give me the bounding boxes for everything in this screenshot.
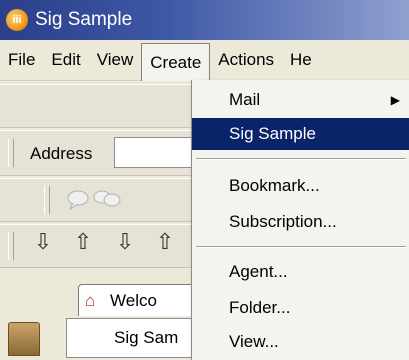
toolbar-grip[interactable] (44, 186, 50, 214)
menu-edit[interactable]: Edit (43, 43, 88, 77)
down-arrow-icon[interactable]: ⇩ (30, 229, 56, 255)
menu-file[interactable]: File (0, 43, 43, 77)
menu-item-bookmark[interactable]: Bookmark... (192, 170, 409, 202)
menu-actions[interactable]: Actions (210, 43, 282, 77)
menu-item-label: Mail (229, 90, 261, 109)
create-menu: Mail ▶ Sig Sample Bookmark... Subscripti… (191, 80, 409, 360)
up-arrow-icon[interactable]: ⇧ (70, 229, 96, 255)
address-input[interactable] (114, 137, 194, 168)
down-arrow-icon[interactable]: ⇩ (112, 229, 138, 255)
toolbar-grip[interactable] (8, 139, 14, 167)
menu-create[interactable]: Create (141, 43, 211, 81)
menu-item-view[interactable]: View... (192, 326, 409, 358)
submenu-arrow-icon: ▶ (390, 93, 400, 107)
app-icon: iii (6, 9, 28, 31)
window-title: Sig Sample (35, 9, 133, 30)
database-icon[interactable] (8, 322, 40, 356)
document-title: Sig Sam (114, 328, 179, 347)
menu-separator (196, 158, 406, 160)
toolbar-grip[interactable] (8, 232, 14, 260)
menu-separator (196, 246, 406, 248)
home-icon: ⌂ (85, 290, 96, 310)
menu-view[interactable]: View (89, 43, 142, 77)
menu-item-folder[interactable]: Folder... (192, 292, 409, 324)
title-bar: iii Sig Sample (0, 0, 409, 40)
menu-item-subscription[interactable]: Subscription... (192, 206, 409, 238)
tab-label: Welco (110, 290, 157, 310)
double-speech-bubble-icon[interactable] (93, 190, 121, 207)
menu-help[interactable]: He (282, 43, 320, 77)
menu-item-agent[interactable]: Agent... (192, 256, 409, 288)
address-label: Address (30, 144, 93, 163)
tab-welcome[interactable]: ⌂ Welco (78, 284, 198, 316)
speech-bubble-icon[interactable] (67, 190, 89, 211)
speech-toolbar (67, 190, 121, 211)
menu-item-sig-sample[interactable]: Sig Sample (192, 118, 409, 150)
menu-bar: File Edit View Create Actions He (0, 40, 409, 81)
up-arrow-icon[interactable]: ⇧ (152, 229, 178, 255)
menu-item-mail[interactable]: Mail ▶ (192, 84, 409, 116)
